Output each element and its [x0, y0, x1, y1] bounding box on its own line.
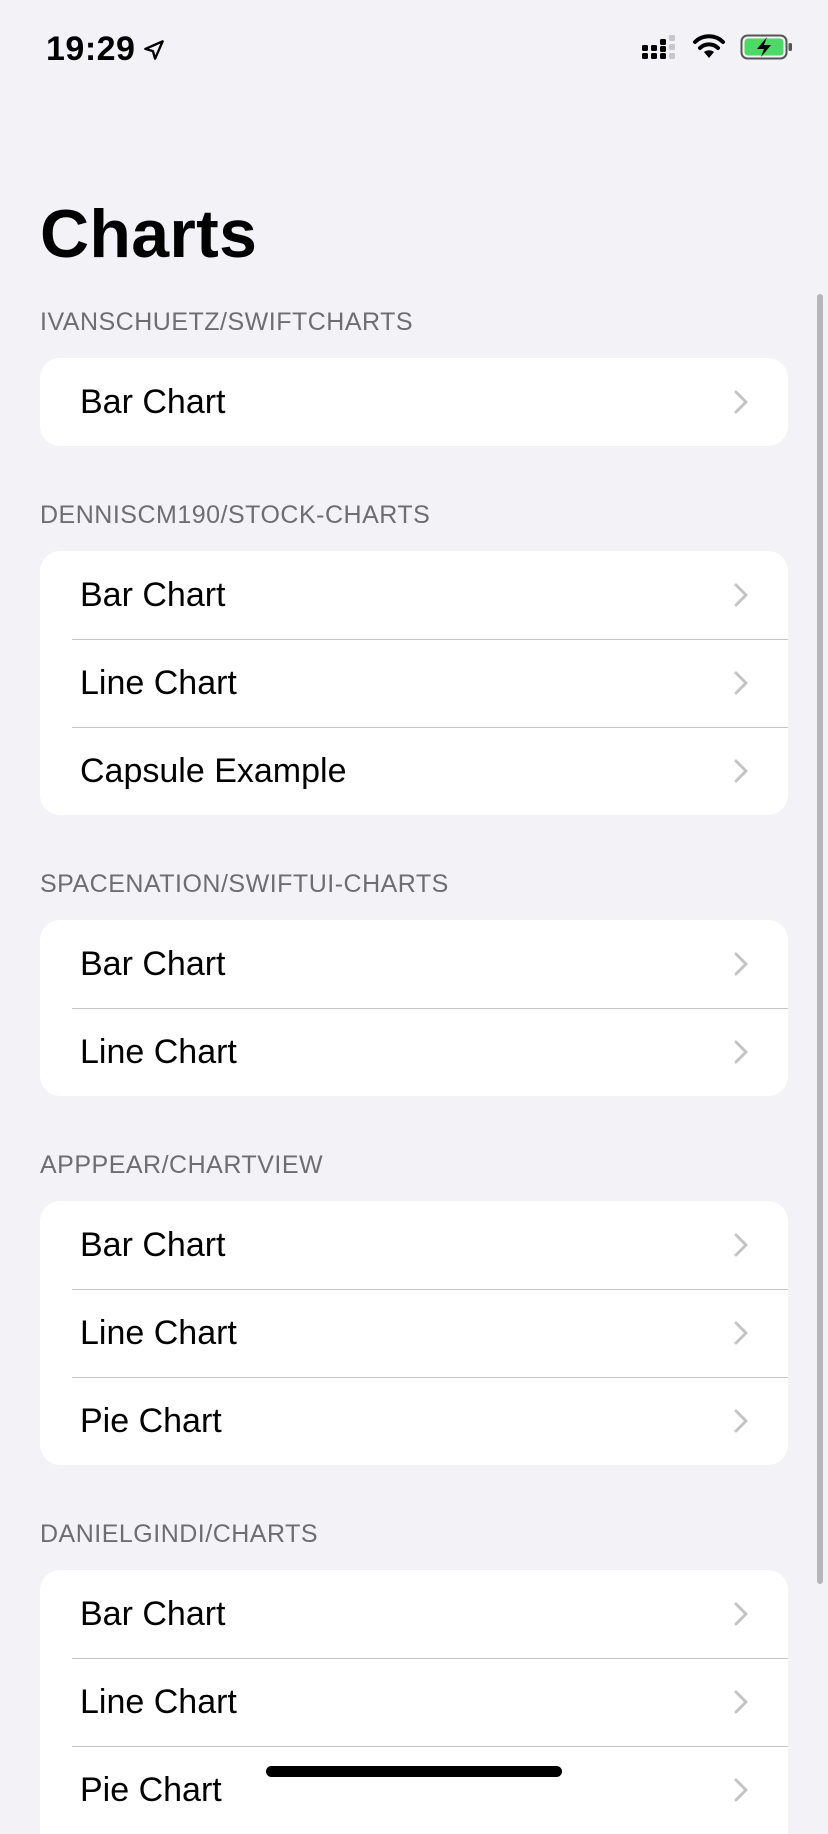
section-header-danielgindi: DANIELGINDI/CHARTS — [40, 1520, 319, 1548]
list-item-bar-chart[interactable]: Bar Chart — [40, 1201, 788, 1289]
chevron-right-icon — [734, 952, 748, 976]
chevron-right-icon — [734, 1602, 748, 1626]
list-item-label: Bar Chart — [80, 575, 226, 614]
page-title: Charts — [40, 196, 258, 272]
section-header-denniscm190: DENNISCM190/STOCK-CHARTS — [40, 501, 431, 529]
status-bar: 19:29 — [0, 0, 828, 100]
list-item-capsule-example[interactable]: Capsule Example — [40, 727, 788, 815]
list-item-label: Capsule Example — [80, 751, 347, 790]
chevron-right-icon — [734, 1040, 748, 1064]
battery-charging-icon — [740, 34, 792, 60]
section-header-spacenation: SPACENATION/SWIFTUI-CHARTS — [40, 870, 449, 898]
section-group-denniscm190: Bar Chart Line Chart Capsule Example — [40, 551, 788, 815]
chevron-right-icon — [734, 671, 748, 695]
list-item-pie-chart[interactable]: Pie Chart — [40, 1377, 788, 1465]
list-item-bar-chart[interactable]: Bar Chart — [40, 358, 788, 446]
list-item-label: Bar Chart — [80, 944, 226, 983]
section-group-apppear: Bar Chart Line Chart Pie Chart — [40, 1201, 788, 1465]
list-item-label: Bar Chart — [80, 1225, 226, 1264]
list-item-label: Pie Chart — [80, 1770, 222, 1809]
list-item-label: Pie Chart — [80, 1401, 222, 1440]
home-indicator[interactable] — [266, 1766, 562, 1777]
list-item-label: Line Chart — [80, 663, 237, 702]
list-item-line-chart[interactable]: Line Chart — [40, 639, 788, 727]
list-item-label: Bar Chart — [80, 382, 226, 421]
chevron-right-icon — [734, 1409, 748, 1433]
cellular-signal-icon — [642, 35, 675, 59]
list-item-line-chart[interactable]: Line Chart — [40, 1008, 788, 1096]
list-item-bar-chart[interactable]: Bar Chart — [40, 1570, 788, 1658]
section-header-ivanschuetz: IVANSCHUETZ/SWIFTCHARTS — [40, 308, 414, 336]
list-item-label: Line Chart — [80, 1313, 237, 1352]
chevron-right-icon — [734, 759, 748, 783]
row-divider — [72, 1746, 788, 1747]
location-arrow-icon — [144, 39, 165, 60]
list-item-bar-chart[interactable]: Bar Chart — [40, 920, 788, 1008]
chevron-right-icon — [734, 1321, 748, 1345]
chevron-right-icon — [734, 1233, 748, 1257]
section-group-ivanschuetz: Bar Chart — [40, 358, 788, 446]
status-time-container: 19:29 — [46, 30, 167, 69]
status-time: 19:29 — [46, 30, 136, 68]
chevron-right-icon — [734, 1778, 748, 1802]
row-divider — [72, 727, 788, 728]
chevron-right-icon — [734, 583, 748, 607]
row-divider — [72, 1377, 788, 1378]
row-divider — [72, 1008, 788, 1009]
row-divider — [72, 639, 788, 640]
chevron-right-icon — [734, 1690, 748, 1714]
row-divider — [72, 1289, 788, 1290]
row-divider — [72, 1658, 788, 1659]
section-group-danielgindi: Bar Chart Line Chart Pie Chart — [40, 1570, 788, 1834]
list-item-label: Line Chart — [80, 1032, 237, 1071]
list-item-label: Line Chart — [80, 1682, 237, 1721]
list-item-line-chart[interactable]: Line Chart — [40, 1658, 788, 1746]
wifi-icon — [693, 34, 725, 58]
section-header-apppear: APPPEAR/CHARTVIEW — [40, 1151, 324, 1179]
list-item-pie-chart[interactable]: Pie Chart — [40, 1746, 788, 1834]
status-icons — [642, 34, 794, 60]
section-group-spacenation: Bar Chart Line Chart — [40, 920, 788, 1096]
list-item-label: Bar Chart — [80, 1594, 226, 1633]
chevron-right-icon — [734, 390, 748, 414]
scroll-indicator[interactable] — [817, 294, 823, 1584]
list-item-line-chart[interactable]: Line Chart — [40, 1289, 788, 1377]
list-item-bar-chart[interactable]: Bar Chart — [40, 551, 788, 639]
